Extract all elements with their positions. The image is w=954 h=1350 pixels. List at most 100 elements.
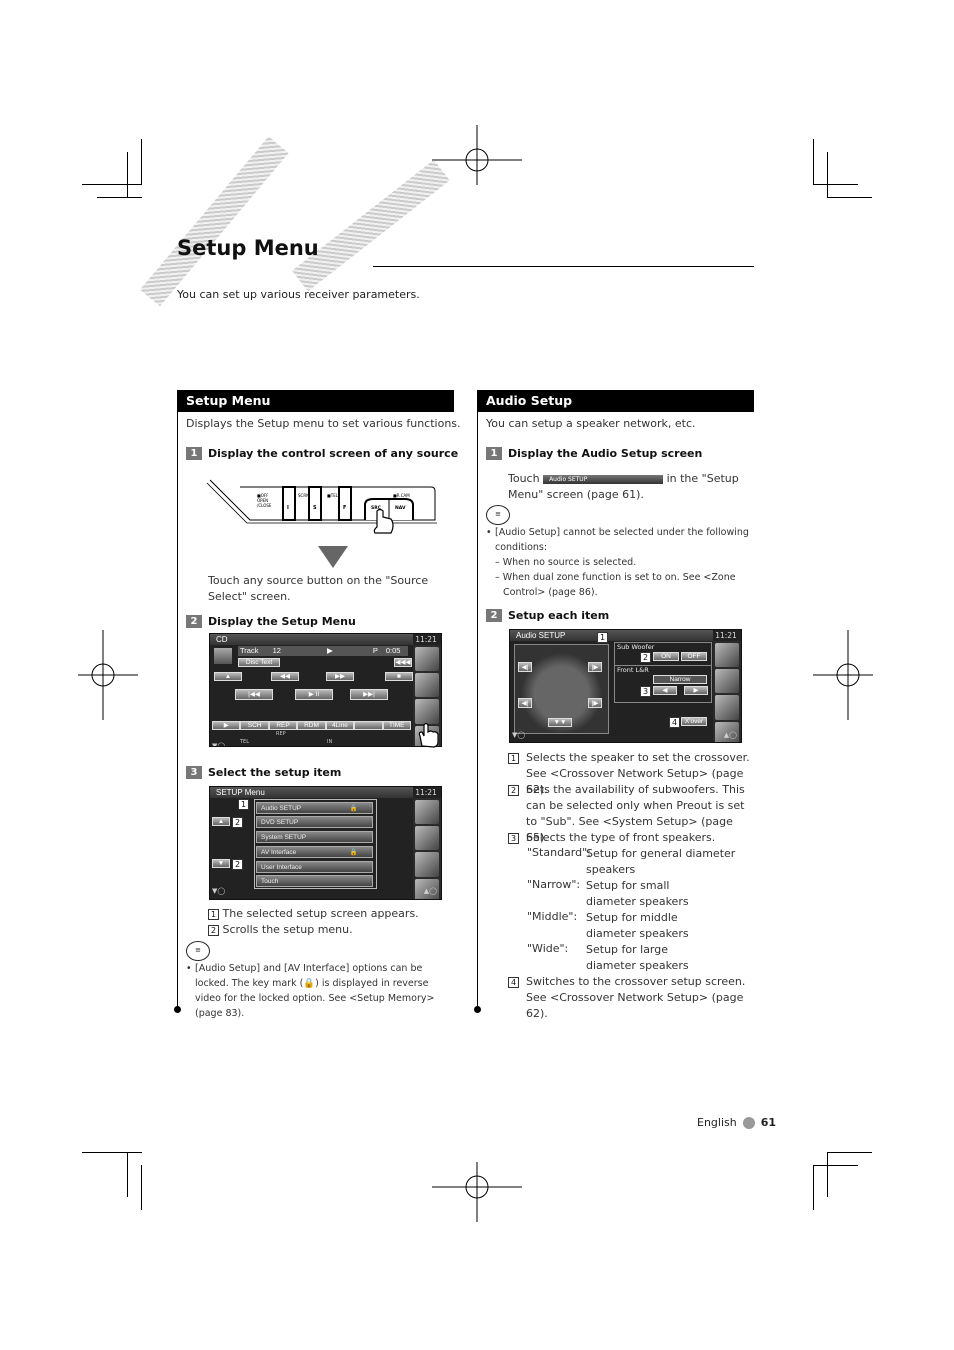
media-icon[interactable] <box>715 669 739 694</box>
scroll-up-button[interactable]: ▲ <box>212 817 230 826</box>
stop-button[interactable]: ■ <box>385 672 413 681</box>
crop-mark <box>127 152 128 197</box>
step-label: Display the Audio Setup screen <box>508 447 703 460</box>
step-1: 1 Display the Audio Setup screen <box>486 447 702 460</box>
screen-source: CD <box>210 634 413 645</box>
function-button[interactable]: SCH <box>240 721 269 730</box>
cover-art-icon[interactable] <box>214 648 232 664</box>
crop-mark <box>82 184 142 185</box>
screen-clock: 11:21 <box>715 631 737 640</box>
function-button[interactable] <box>354 721 383 730</box>
rewind-button[interactable]: ◀◀ <box>271 672 299 681</box>
speaker-front-right-button[interactable]: |▶ <box>588 662 602 672</box>
media-icon[interactable] <box>415 673 439 698</box>
next-track-button[interactable]: ▶▶| <box>350 689 388 700</box>
volume-up-icon[interactable]: ▲◯ <box>724 731 737 739</box>
speaker-type-definition: Setup for general diameter speakers <box>586 847 736 876</box>
sub-woofer-off-button[interactable]: OFF <box>681 652 707 661</box>
fast-forward-button[interactable]: ▶▶ <box>326 672 354 681</box>
callout-text: Scrolls the setup menu. <box>222 923 353 936</box>
setup-menu-screen: SETUP Menu 11:21 Audio SETUP 🔒 DVD SETUP … <box>209 786 442 900</box>
note-item: – When dual zone function is set to on. … <box>495 572 736 598</box>
media-icon[interactable] <box>415 826 439 851</box>
status-in: IN <box>327 739 333 745</box>
scroll-button[interactable]: ◀◀◀ <box>394 658 412 667</box>
speaker-type-term: "Middle": <box>527 910 578 923</box>
column-end-dot <box>474 1006 481 1013</box>
step-1-instruction: Touch Audio SETUP in the "Setup Menu" sc… <box>508 471 756 503</box>
volume-down-icon[interactable]: ▼◯ <box>212 733 230 746</box>
previous-track-button[interactable]: |◀◀ <box>235 689 273 700</box>
touch-hand-icon <box>418 722 439 748</box>
screen-clock: 11:21 <box>415 635 437 644</box>
svg-text:S: S <box>313 505 317 511</box>
play-time: 0:05 <box>385 646 401 655</box>
front-speaker-next-button[interactable]: ▶ <box>684 686 708 695</box>
menu-item-audio-setup[interactable]: Audio SETUP 🔒 <box>256 802 373 814</box>
play-pause-button[interactable]: ▶ II <box>295 689 333 700</box>
step-number: 1 <box>486 447 502 460</box>
speaker-type-definition: Setup for large diameter speakers <box>586 943 689 972</box>
crop-mark <box>827 1152 872 1153</box>
play-indicator: ▶ <box>327 646 333 655</box>
column-end-dot <box>174 1006 181 1013</box>
crop-mark <box>813 184 858 185</box>
sub-woofer-on-button[interactable]: ON <box>653 652 679 661</box>
speaker-rear-left-button[interactable]: ◀| <box>518 698 532 708</box>
volume-down-icon[interactable]: ▼◯ <box>212 887 225 895</box>
crop-mark <box>827 1152 828 1197</box>
volume-down-icon[interactable]: ▼◯ <box>512 731 525 739</box>
svg-text:SCRN: SCRN <box>298 493 309 498</box>
callout-2: 2 <box>232 817 243 828</box>
function-bar: ▶ SCH REP RDM 4Line TIME <box>212 721 411 730</box>
front-panel-illustration: ■OFF OPEN /CLOSE SCRN ■TEL ■R.CAM I S F … <box>206 479 437 534</box>
registration-mark <box>432 125 522 185</box>
page-number: 61 <box>760 1116 777 1129</box>
svg-text:F: F <box>343 505 346 511</box>
title-rule <box>373 266 754 267</box>
function-button[interactable]: TIME <box>382 721 411 730</box>
screen-side-menu <box>713 641 741 742</box>
section-description: You can setup a speaker network, etc. <box>486 417 696 430</box>
menu-item-av-interface[interactable]: AV Interface 🔒 <box>256 846 373 858</box>
speaker-front-left-button[interactable]: ◀| <box>518 662 532 672</box>
function-button[interactable]: RDM <box>297 721 326 730</box>
svg-text:■R.CAM: ■R.CAM <box>393 493 410 498</box>
subwoofer-speaker-button[interactable]: ▼▼ <box>548 718 572 727</box>
volume-up-icon[interactable]: ▲◯ <box>424 887 437 895</box>
note-text: • [Audio Setup] and [AV Interface] option… <box>186 961 456 1021</box>
menu-item-system-setup[interactable]: System SETUP <box>256 831 373 843</box>
speaker-type-term: "Standard": <box>527 846 591 859</box>
audio-icon[interactable] <box>415 852 439 877</box>
column-rule <box>177 390 178 1010</box>
source-icon[interactable] <box>415 647 439 672</box>
source-icon[interactable] <box>715 643 739 668</box>
menu-item-user-interface[interactable]: User Interface <box>256 861 373 873</box>
touch-text: Touch <box>508 472 540 485</box>
speaker-rear-right-button[interactable]: |▶ <box>588 698 602 708</box>
section-heading-audio-setup: Audio Setup <box>477 390 754 412</box>
scroll-down-button[interactable]: ▼ <box>212 859 230 868</box>
audio-setup-screen: Audio SETUP 11:21 ◀| |▶ ◀| |▶ ▼▼ 1 Sub W… <box>509 629 742 743</box>
disc-text-button[interactable]: Disc Text <box>238 658 280 667</box>
crossover-button[interactable]: X'over <box>681 717 707 726</box>
audio-icon[interactable] <box>715 695 739 720</box>
audio-icon[interactable] <box>415 699 439 724</box>
eject-button[interactable]: ▲ <box>214 672 242 681</box>
function-button[interactable]: ▶ <box>212 721 241 730</box>
decorative-stripe <box>140 136 289 307</box>
function-button[interactable]: REP <box>268 721 298 730</box>
menu-item-dvd-setup[interactable]: DVD SETUP <box>256 816 373 828</box>
footer-language: English <box>697 1116 737 1129</box>
front-speaker-value: Narrow <box>653 675 707 684</box>
source-icon[interactable] <box>415 800 439 825</box>
speaker-type-definition: Setup for middle diameter speakers <box>586 911 689 940</box>
function-button[interactable]: 4Line <box>325 721 355 730</box>
callout-3: 3 <box>640 686 651 697</box>
crop-mark <box>127 1152 128 1197</box>
front-speaker-prev-button[interactable]: ◀ <box>653 686 677 695</box>
crop-mark <box>82 1152 142 1153</box>
callout-text: The selected setup screen appears. <box>222 907 419 920</box>
menu-item-touch[interactable]: Touch <box>256 875 373 887</box>
section-description: Displays the Setup menu to set various f… <box>186 417 461 430</box>
